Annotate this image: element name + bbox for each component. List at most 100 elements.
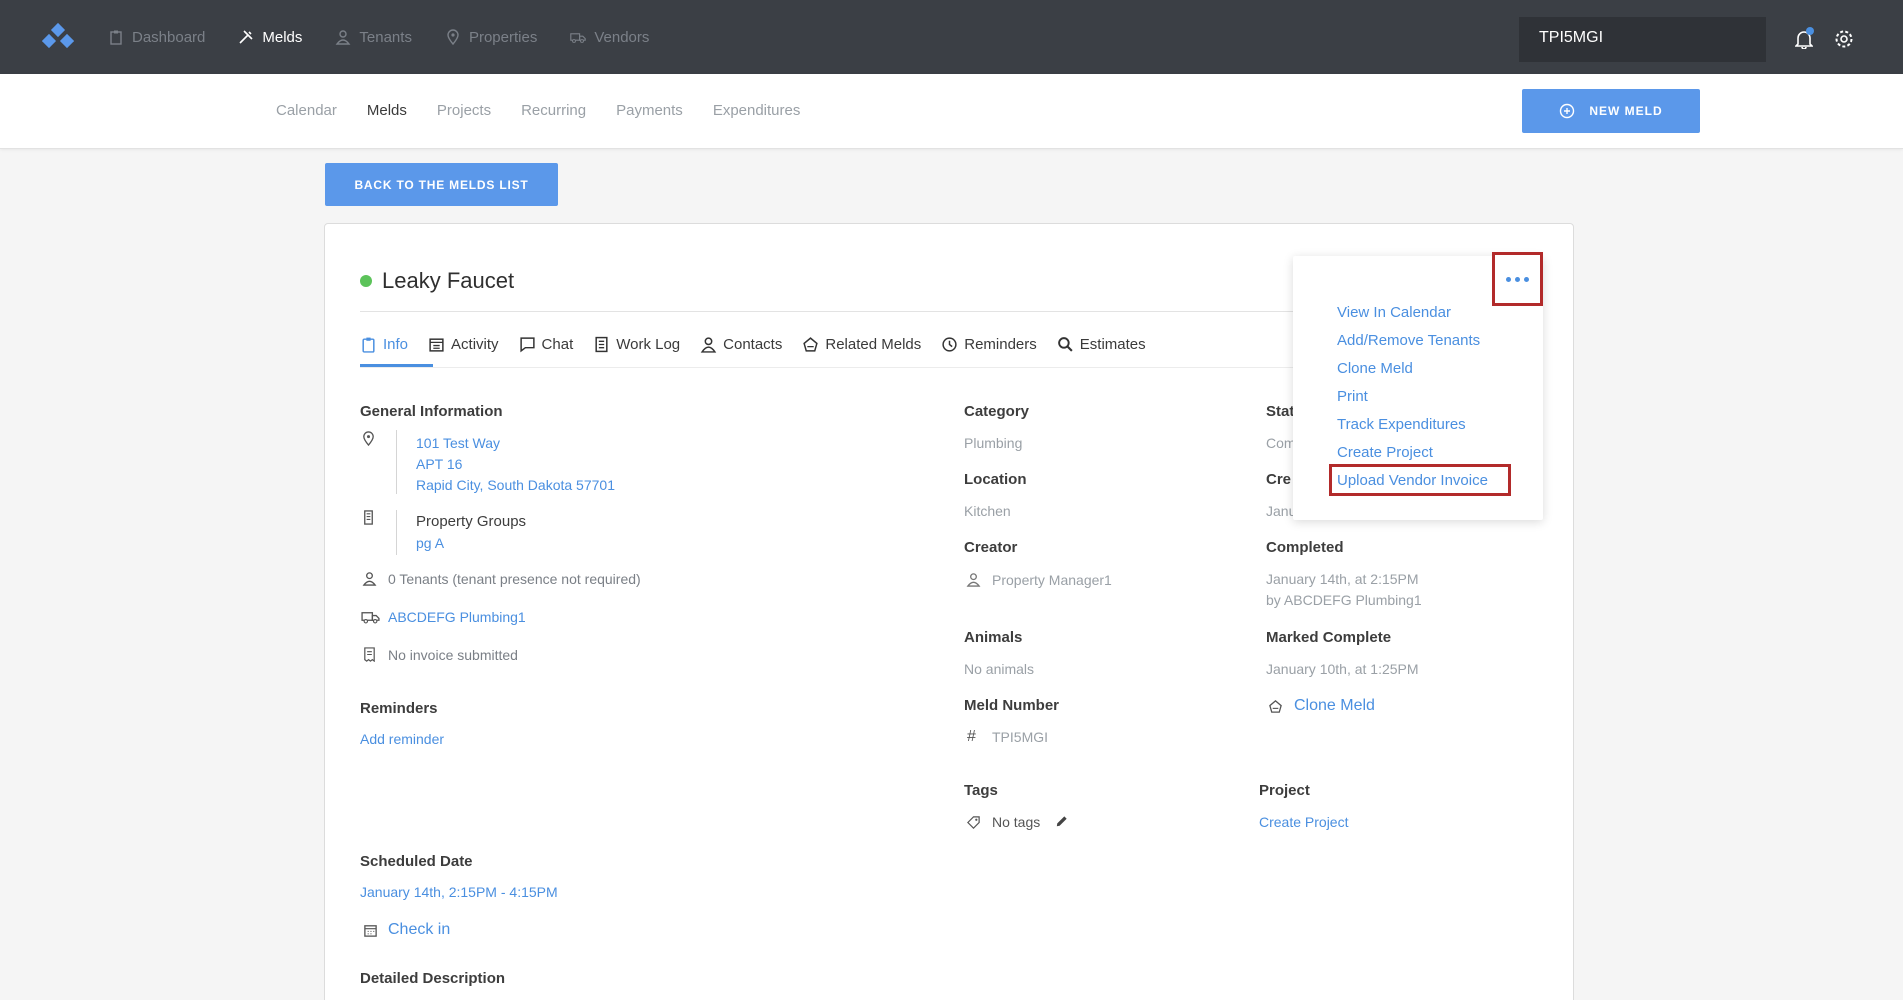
address-line1[interactable]: 101 Test Way <box>416 435 500 451</box>
sub-nav: Calendar Melds Projects Recurring Paymen… <box>276 102 830 119</box>
status-dot <box>360 275 372 287</box>
tenants-text: 0 Tenants (tenant presence not required) <box>388 571 641 587</box>
more-actions-button[interactable] <box>1492 252 1543 306</box>
subnav-expenditures[interactable]: Expenditures <box>713 102 801 119</box>
notification-dot <box>1806 27 1814 35</box>
general-info-heading: General Information <box>360 403 503 420</box>
marked-complete-heading: Marked Complete <box>1266 629 1392 646</box>
tab-estimates[interactable]: Estimates <box>1057 330 1146 358</box>
detailed-description-heading: Detailed Description <box>360 970 506 987</box>
scheduled-date-value[interactable]: January 14th, 2:15PM - 4:15PM <box>360 884 558 900</box>
clone-meld-link[interactable]: Clone Meld <box>1294 697 1375 715</box>
tab-related-melds-label: Related Melds <box>825 335 922 353</box>
related-melds-icon <box>1269 700 1282 713</box>
vendor-link[interactable]: ABCDEFG Plumbing1 <box>388 609 526 625</box>
category-value: Plumbing <box>964 435 1023 451</box>
tab-work-log[interactable]: Work Log <box>593 330 680 358</box>
pencil-icon[interactable] <box>1054 814 1069 829</box>
tab-activity-label: Activity <box>451 335 499 353</box>
animals-value: No animals <box>964 661 1035 677</box>
tab-work-log-label: Work Log <box>616 335 681 353</box>
subnav-payments[interactable]: Payments <box>616 102 683 119</box>
receipt-icon <box>364 647 375 662</box>
menu-clone-meld[interactable]: Clone Meld <box>1337 360 1413 377</box>
subnav-melds[interactable]: Melds <box>367 102 407 119</box>
animals-heading: Animals <box>964 629 1023 646</box>
person-icon <box>966 573 981 587</box>
nav-melds-label: Melds <box>262 28 303 46</box>
tag-icon <box>967 816 980 829</box>
meld-tabs: Info Activity Chat Work Log Contacts Rel… <box>360 330 1166 358</box>
completed-by: by ABCDEFG Plumbing1 <box>1266 592 1422 608</box>
check-in-link[interactable]: Check in <box>388 921 450 939</box>
address-line2[interactable]: APT 16 <box>416 456 462 472</box>
person-icon <box>362 572 377 586</box>
new-meld-label: NEW MELD <box>1589 104 1663 118</box>
chat-bubble-icon <box>519 336 535 352</box>
address-divider <box>396 430 397 494</box>
building-icon <box>364 510 373 525</box>
address-line3[interactable]: Rapid City, South Dakota 57701 <box>416 477 615 493</box>
subnav-recurring[interactable]: Recurring <box>521 102 586 119</box>
nav-tenants[interactable]: Tenants <box>335 29 412 46</box>
menu-view-in-calendar[interactable]: View In Calendar <box>1337 304 1451 321</box>
search-icon <box>1057 336 1073 352</box>
top-navbar: Dashboard Melds Tenants Properties Vendo… <box>0 0 1903 74</box>
back-to-melds-button[interactable]: BACK TO THE MELDS LIST <box>325 163 558 206</box>
tags-value: No tags <box>992 814 1041 830</box>
meld-title-row: Leaky Faucet <box>360 268 514 294</box>
tab-contacts-label: Contacts <box>723 335 783 353</box>
tab-chat[interactable]: Chat <box>519 330 573 358</box>
new-meld-button[interactable]: NEW MELD <box>1522 89 1700 133</box>
menu-track-expenditures[interactable]: Track Expenditures <box>1337 416 1466 433</box>
property-meld-logo-icon[interactable] <box>42 22 74 54</box>
related-melds-icon <box>803 336 819 352</box>
completed-heading: Completed <box>1266 539 1344 556</box>
created-value: Janu <box>1266 503 1297 519</box>
property-group-link[interactable]: pg A <box>416 535 444 551</box>
creator-heading: Creator <box>964 539 1018 556</box>
search-input[interactable]: TPI5MGI <box>1519 17 1766 62</box>
tabs-divider <box>360 367 1294 368</box>
nav-dashboard[interactable]: Dashboard <box>108 29 205 46</box>
gear-icon[interactable] <box>1834 29 1854 49</box>
add-reminder-link[interactable]: Add reminder <box>360 731 444 747</box>
map-pin-icon <box>363 431 374 446</box>
invoice-status: No invoice submitted <box>388 647 518 663</box>
clipboard-icon <box>110 30 122 45</box>
menu-print[interactable]: Print <box>1337 388 1368 405</box>
nav-dashboard-label: Dashboard <box>132 28 206 46</box>
menu-create-project[interactable]: Create Project <box>1337 444 1433 461</box>
subnav-calendar[interactable]: Calendar <box>276 102 337 119</box>
category-heading: Category <box>964 403 1030 420</box>
subnav-projects[interactable]: Projects <box>437 102 491 119</box>
menu-add-remove-tenants[interactable]: Add/Remove Tenants <box>1337 332 1480 349</box>
status-heading: Stat <box>1266 403 1295 420</box>
clock-icon <box>942 336 957 352</box>
contacts-icon <box>700 336 717 353</box>
tab-related-melds[interactable]: Related Melds <box>802 330 921 358</box>
property-groups-label: Property Groups <box>416 513 527 530</box>
nav-melds[interactable]: Melds <box>238 29 302 46</box>
divider <box>360 311 1294 312</box>
tab-reminders[interactable]: Reminders <box>941 330 1037 358</box>
tab-estimates-label: Estimates <box>1079 335 1146 353</box>
reminders-heading: Reminders <box>360 700 438 717</box>
calendar-icon <box>364 925 377 937</box>
create-project-link[interactable]: Create Project <box>1259 814 1348 830</box>
tab-reminders-label: Reminders <box>964 335 1037 353</box>
tab-activity[interactable]: Activity <box>428 330 499 358</box>
highlight-box <box>1329 464 1511 496</box>
meld-number-value: TPI5MGI <box>992 729 1049 745</box>
ellipsis-icon-dot <box>1524 276 1529 282</box>
tools-icon <box>239 30 253 44</box>
tags-heading: Tags <box>964 782 998 799</box>
tab-contacts[interactable]: Contacts <box>700 330 782 358</box>
nav-properties[interactable]: Properties <box>445 29 537 46</box>
plus-circle-icon <box>1560 103 1575 119</box>
project-heading: Project <box>1259 782 1310 799</box>
truck-icon <box>361 612 380 624</box>
nav-vendors[interactable]: Vendors <box>570 29 649 46</box>
truck-icon <box>570 33 587 43</box>
tab-info[interactable]: Info <box>360 330 408 358</box>
